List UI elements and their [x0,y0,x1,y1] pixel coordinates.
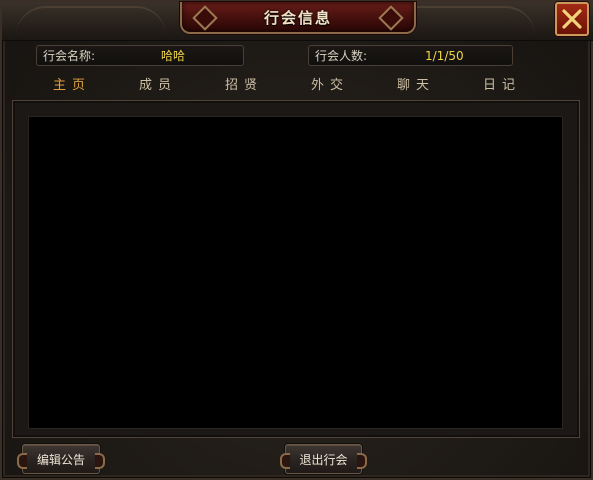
tab-diplomacy[interactable]: 外交 [300,74,360,93]
edit-notice-button[interactable]: 编辑公告 [17,444,105,474]
bottom-divider [10,478,583,479]
guild-member-count-label: 行会人数: [315,49,368,63]
guild-info-window: 行会信息 行会名称: 哈哈 行会人数: 1/1/50 主页 成员 招贤 外交 聊… [0,0,593,480]
tab-diary[interactable]: 日记 [472,74,532,93]
tab-home[interactable]: 主页 [42,74,102,93]
tab-recruit[interactable]: 招贤 [214,74,274,93]
guild-name-value: 哈哈 [161,49,186,63]
content-frame [12,100,580,438]
title-ornament-left-icon [192,5,218,31]
guild-tabs: 主页 成员 招贤 外交 聊天 日记 [12,74,585,96]
title-ornament-right-icon [378,5,404,31]
guild-name-field: 行会名称: 哈哈 [36,45,244,66]
guild-member-count-value: 1/1/50 [425,48,464,63]
title-plaque: 行会信息 [180,2,416,34]
guild-name-label: 行会名称: [43,49,96,63]
window-title: 行会信息 [263,8,332,27]
guild-notice-area [29,117,562,428]
quit-guild-button[interactable]: 退出行会 [280,444,367,474]
guild-member-count-field: 行会人数: 1/1/50 [308,45,513,66]
close-x-icon [562,9,582,29]
tab-chat[interactable]: 聊天 [386,74,446,93]
tab-members[interactable]: 成员 [128,74,188,93]
close-button[interactable] [555,2,589,36]
